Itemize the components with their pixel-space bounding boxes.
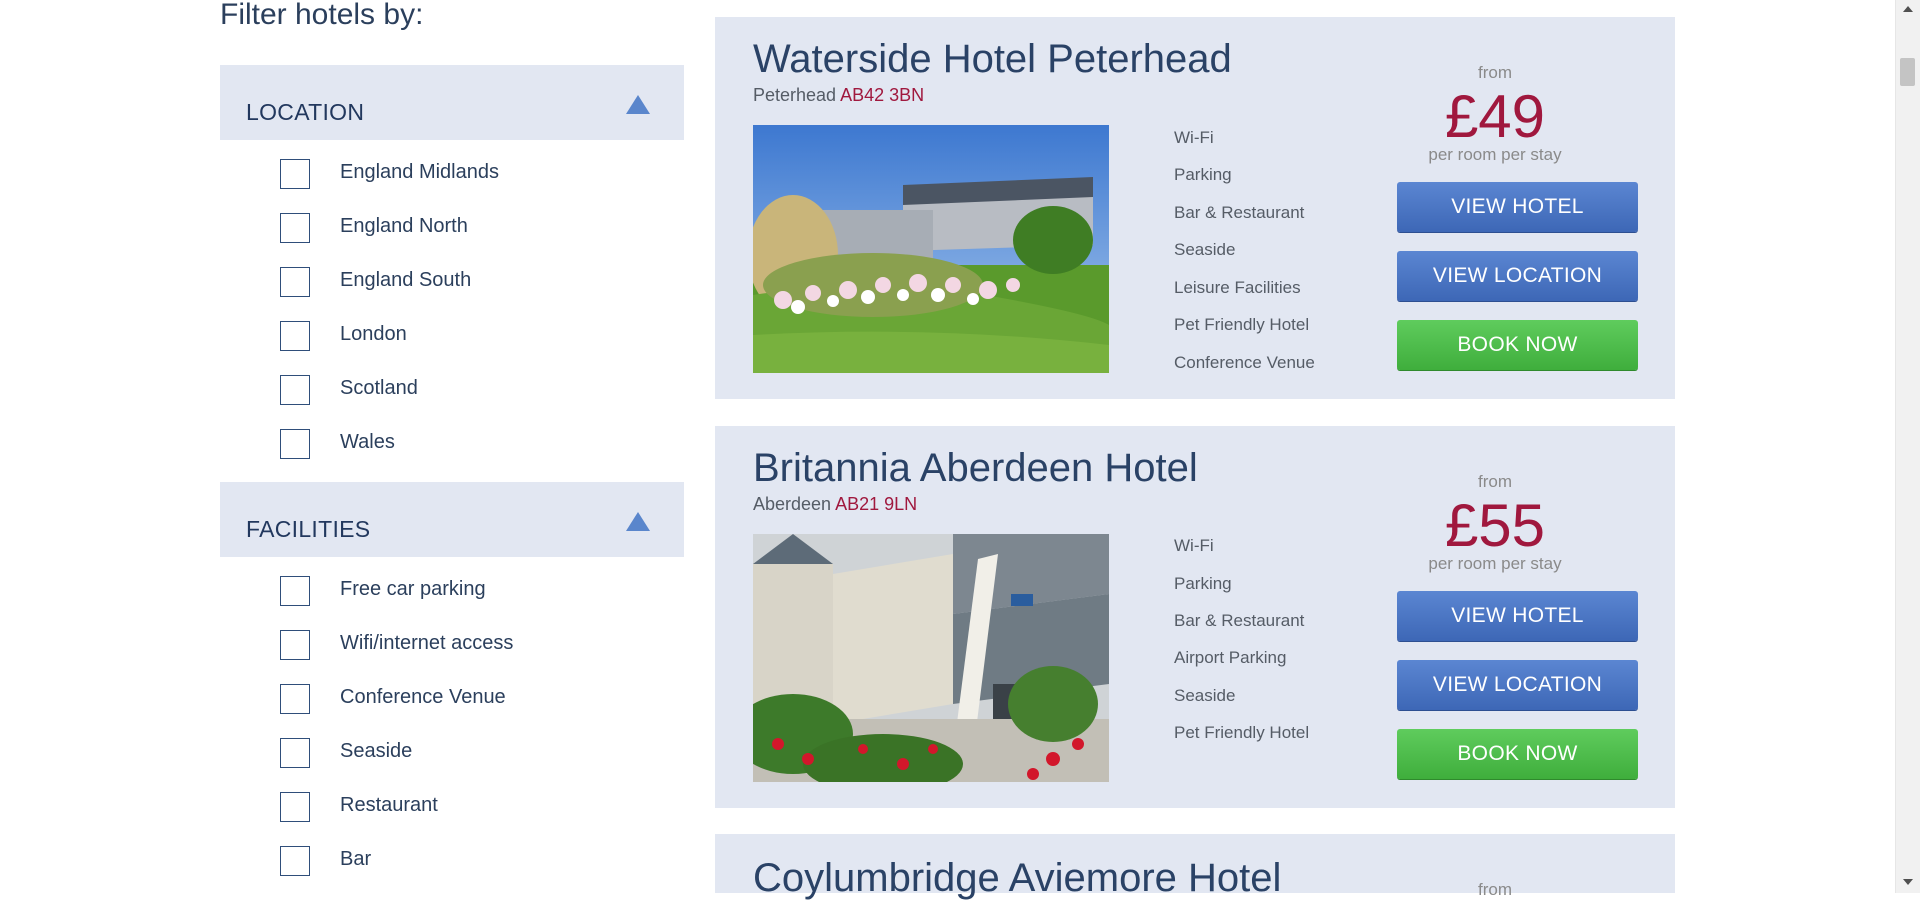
filter-option-scotland[interactable]: Scotland: [280, 375, 660, 407]
checkbox[interactable]: [280, 630, 310, 660]
facility-item: Leisure Facilities: [1174, 278, 1301, 297]
filter-option-england-south[interactable]: England South: [280, 267, 660, 299]
checkbox[interactable]: [280, 792, 310, 822]
facility-item: Airport Parking: [1174, 648, 1287, 667]
hotel-name[interactable]: Coylumbridge Aviemore Hotel: [753, 856, 1281, 901]
hotel-town: Peterhead: [753, 85, 837, 105]
checkbox[interactable]: [280, 213, 310, 243]
filter-option-free-car-parking[interactable]: Free car parking: [280, 576, 660, 608]
filter-option-label: Seaside: [340, 740, 413, 762]
filter-group-facilities[interactable]: FACILITIES: [220, 482, 684, 557]
filter-option-london[interactable]: London: [280, 321, 660, 353]
filter-option-england-midlands[interactable]: England Midlands: [280, 159, 660, 191]
filter-option-label: England North: [340, 215, 468, 237]
hotel-name[interactable]: Britannia Aberdeen Hotel: [753, 446, 1198, 491]
checkbox[interactable]: [280, 846, 310, 876]
checkbox[interactable]: [280, 375, 310, 405]
filter-option-label: London: [340, 323, 407, 345]
filter-option-wifi[interactable]: Wifi/internet access: [280, 630, 660, 662]
filter-option-label: Wifi/internet access: [340, 632, 514, 654]
price-from-label: from: [1478, 472, 1512, 491]
filter-option-bar[interactable]: Bar: [280, 846, 660, 878]
filter-option-conference-venue[interactable]: Conference Venue: [280, 684, 660, 716]
view-hotel-button[interactable]: VIEW HOTEL: [1397, 182, 1638, 232]
hotel-address: Aberdeen AB21 9LN: [753, 494, 917, 515]
facility-item: Parking: [1174, 165, 1232, 184]
filter-group-label: FACILITIES: [246, 516, 371, 542]
facility-item: Pet Friendly Hotel: [1174, 723, 1310, 742]
price-unit: per room per stay: [1428, 145, 1562, 164]
price-block: from £55 per room per stay: [1395, 472, 1595, 574]
facility-item: Conference Venue: [1174, 353, 1315, 372]
view-hotel-button[interactable]: VIEW HOTEL: [1397, 591, 1638, 641]
scroll-down-arrow-icon[interactable]: [1903, 879, 1913, 885]
hotel-card: Waterside Hotel Peterhead Peterhead AB42…: [715, 17, 1675, 399]
hotel-town: Aberdeen: [753, 494, 832, 514]
collapse-arrow-icon[interactable]: [626, 95, 650, 114]
facility-item: Wi-Fi: [1174, 128, 1214, 147]
filter-option-label: Wales: [340, 431, 395, 453]
checkbox[interactable]: [280, 576, 310, 606]
filter-option-england-north[interactable]: England North: [280, 213, 660, 245]
hotel-photo[interactable]: [753, 534, 1109, 782]
hotel-card: Coylumbridge Aviemore Hotel from: [715, 834, 1675, 900]
filter-option-label: Free car parking: [340, 578, 486, 600]
hotel-photo[interactable]: [753, 125, 1109, 373]
hotel-name[interactable]: Waterside Hotel Peterhead: [753, 37, 1232, 82]
filter-option-label: Restaurant: [340, 794, 438, 816]
price-amount: £55: [1444, 492, 1546, 559]
checkbox[interactable]: [280, 738, 310, 768]
filter-option-restaurant[interactable]: Restaurant: [280, 792, 660, 824]
collapse-arrow-icon[interactable]: [626, 512, 650, 531]
filter-group-label: LOCATION: [246, 99, 365, 125]
hotel-postcode: AB21 9LN: [835, 494, 918, 514]
filter-option-label: Bar: [340, 848, 372, 870]
filter-title: Filter hotels by:: [220, 0, 424, 31]
price-unit: per room per stay: [1428, 554, 1562, 573]
view-location-button[interactable]: VIEW LOCATION: [1397, 660, 1638, 710]
facility-item: Bar & Restaurant: [1174, 203, 1305, 222]
checkbox[interactable]: [280, 321, 310, 351]
filter-option-wales[interactable]: Wales: [280, 429, 660, 461]
facility-item: Bar & Restaurant: [1174, 611, 1305, 630]
filter-option-label: England South: [340, 269, 472, 291]
facility-item: Wi-Fi: [1174, 536, 1214, 555]
filter-group-location[interactable]: LOCATION: [220, 65, 684, 140]
scroll-thumb[interactable]: [1900, 58, 1915, 86]
price-block: from £49 per room per stay: [1395, 63, 1595, 165]
filter-option-label: Conference Venue: [340, 686, 506, 708]
filter-option-seaside[interactable]: Seaside: [280, 738, 660, 770]
book-now-button[interactable]: BOOK NOW: [1397, 729, 1638, 779]
filter-option-label: England Midlands: [340, 161, 499, 183]
page-scrollbar[interactable]: [1895, 0, 1920, 893]
facility-item: Parking: [1174, 574, 1232, 593]
price-amount: £49: [1444, 83, 1546, 150]
price-block: from: [1395, 880, 1595, 900]
filter-option-label: Scotland: [340, 377, 418, 399]
scroll-up-arrow-icon[interactable]: [1903, 6, 1913, 12]
checkbox[interactable]: [280, 429, 310, 459]
checkbox[interactable]: [280, 684, 310, 714]
checkbox[interactable]: [280, 267, 310, 297]
facility-item: Pet Friendly Hotel: [1174, 315, 1310, 334]
hotel-postcode: AB42 3BN: [840, 85, 925, 105]
view-location-button[interactable]: VIEW LOCATION: [1397, 251, 1638, 301]
price-from-label: from: [1478, 880, 1512, 899]
hotel-card: Britannia Aberdeen Hotel Aberdeen AB21 9…: [715, 426, 1675, 808]
hotel-address: Peterhead AB42 3BN: [753, 85, 924, 106]
facility-item: Seaside: [1174, 686, 1236, 705]
book-now-button[interactable]: BOOK NOW: [1397, 320, 1638, 370]
checkbox[interactable]: [280, 159, 310, 189]
facility-item: Seaside: [1174, 240, 1236, 259]
price-from-label: from: [1478, 63, 1512, 82]
